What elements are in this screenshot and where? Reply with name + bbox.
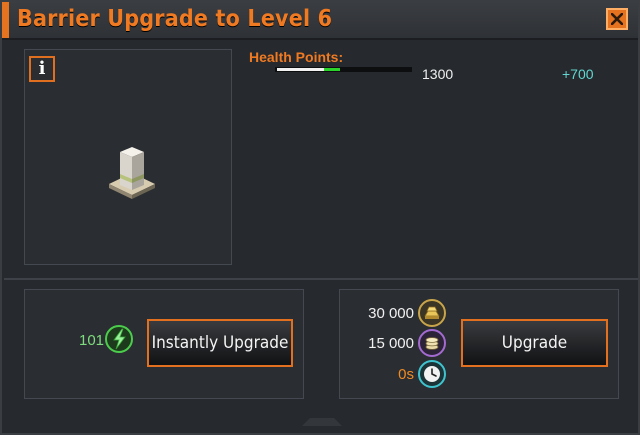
health-bar-fill: [277, 68, 324, 71]
title-bar: Barrier Upgrade to Level 6: [2, 2, 638, 40]
upgrade-button[interactable]: Upgrade: [461, 319, 608, 367]
instantly-upgrade-button[interactable]: Instantly Upgrade: [147, 319, 293, 367]
instant-upgrade-panel: 101 Instantly Upgrade: [24, 289, 304, 399]
bottom-notch-decoration: [302, 418, 342, 426]
dialog-title: Barrier Upgrade to Level 6: [17, 6, 333, 32]
coins-icon: [418, 329, 446, 357]
clock-icon: [418, 360, 446, 388]
upgrade-dialog: Barrier Upgrade to Level 6 i Health Poin…: [0, 0, 640, 435]
close-button[interactable]: [606, 8, 628, 30]
health-bar: [275, 67, 412, 72]
time-cost: 0s: [398, 366, 414, 383]
barrier-building-icon: [109, 147, 155, 199]
health-points-value: 1300: [422, 66, 454, 82]
health-points-increase: +700: [562, 66, 594, 82]
coins-cost: 15 000: [368, 335, 414, 352]
title-accent: [2, 2, 9, 38]
gold-cost: 30 000: [368, 305, 414, 322]
gold-bars-icon: [418, 299, 446, 327]
section-divider: [4, 278, 638, 280]
gem-icon: [105, 325, 133, 353]
upgrade-panel: 30 000 15 000 0s Upgrade: [339, 289, 619, 399]
building-preview-panel: i: [24, 49, 232, 265]
close-icon: [611, 13, 623, 25]
health-points-label: Health Points:: [249, 49, 344, 65]
gem-cost: 101: [79, 332, 105, 349]
info-button[interactable]: i: [29, 56, 55, 82]
health-bar-gain: [324, 68, 340, 71]
